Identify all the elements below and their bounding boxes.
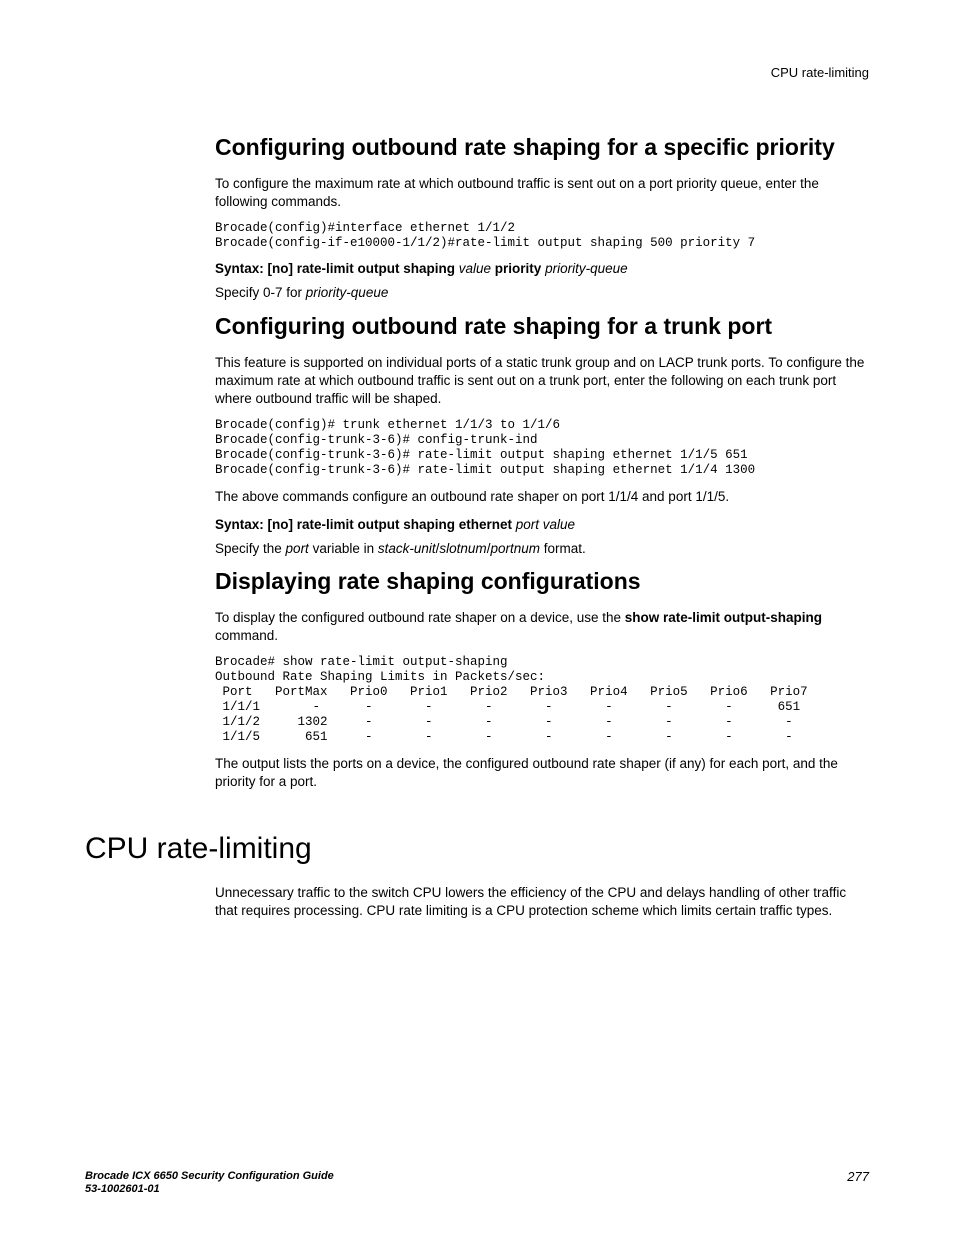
text: Specify the [215, 541, 286, 556]
paragraph: Unnecessary traffic to the switch CPU lo… [215, 884, 869, 920]
italic-term: stack-unit [378, 541, 436, 556]
text: command. [215, 628, 278, 643]
page: CPU rate-limiting Configuring outbound r… [0, 0, 954, 1235]
text: Specify 0-7 for [215, 285, 306, 300]
footer-title: Brocade ICX 6650 Security Configuration … [85, 1170, 869, 1184]
paragraph: This feature is supported on individual … [215, 354, 869, 409]
syntax-keyword: priority [495, 261, 542, 276]
italic-term: priority-queue [306, 285, 389, 300]
paragraph: To display the configured outbound rate … [215, 609, 869, 645]
code-block: Brocade# show rate-limit output-shaping … [215, 655, 869, 745]
content-column: Configuring outbound rate shaping for a … [215, 134, 869, 792]
syntax-label: Syntax: [215, 517, 268, 532]
syntax-keyword: [no] rate-limit output shaping ethernet [268, 517, 513, 532]
syntax-line: Syntax: [no] rate-limit output shaping v… [215, 261, 869, 276]
paragraph: The above commands configure an outbound… [215, 488, 869, 506]
syntax-line: Syntax: [no] rate-limit output shaping e… [215, 517, 869, 532]
syntax-keyword: [no] rate-limit output shaping [268, 261, 455, 276]
paragraph: To configure the maximum rate at which o… [215, 175, 869, 211]
syntax-label: Syntax: [215, 261, 268, 276]
paragraph: Specify 0-7 for priority-queue [215, 284, 869, 302]
page-footer: Brocade ICX 6650 Security Configuration … [85, 1170, 869, 1198]
syntax-var: priority-queue [541, 261, 627, 276]
syntax-var: port value [512, 517, 575, 532]
code-block: Brocade(config)# trunk ethernet 1/1/3 to… [215, 418, 869, 478]
section-heading-display: Displaying rate shaping configurations [215, 568, 869, 595]
content-column: Unnecessary traffic to the switch CPU lo… [215, 884, 869, 920]
page-number: 277 [847, 1169, 869, 1185]
text: To display the configured outbound rate … [215, 610, 625, 625]
chapter-heading: CPU rate-limiting [85, 832, 869, 866]
section-heading-priority: Configuring outbound rate shaping for a … [215, 134, 869, 161]
footer-docnum: 53-1002601-01 [85, 1183, 869, 1197]
italic-term: port [286, 541, 309, 556]
paragraph: Specify the port variable in stack-unit/… [215, 540, 869, 558]
running-header: CPU rate-limiting [85, 65, 869, 80]
italic-term: slotnum [439, 541, 486, 556]
text: variable in [309, 541, 378, 556]
syntax-var: value [455, 261, 495, 276]
paragraph: The output lists the ports on a device, … [215, 755, 869, 791]
code-block: Brocade(config)#interface ethernet 1/1/2… [215, 221, 869, 251]
italic-term: portnum [490, 541, 540, 556]
text: format. [540, 541, 586, 556]
command-name: show rate-limit output-shaping [625, 610, 822, 625]
section-heading-trunk: Configuring outbound rate shaping for a … [215, 313, 869, 340]
